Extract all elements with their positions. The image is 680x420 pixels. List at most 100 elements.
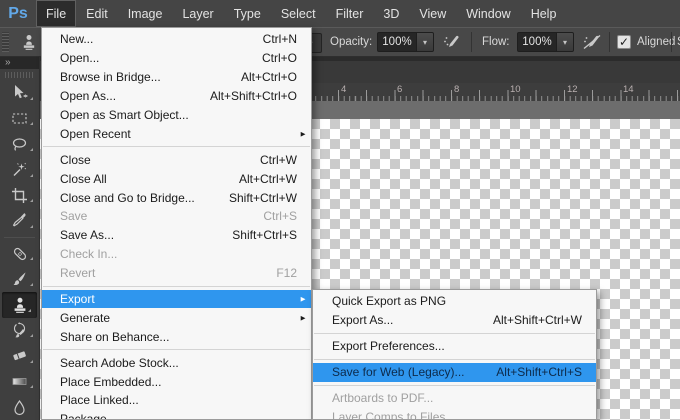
magic-wand-tool[interactable] [0,157,39,183]
eraser-tool[interactable] [0,343,39,369]
subtool-indicator [30,174,33,177]
menu-item-place-embedded[interactable]: Place Embedded... [42,372,311,391]
move-tool[interactable] [0,80,39,106]
menu-item-generate[interactable]: Generate ► [42,308,311,327]
menu-item-close-and-go-to-bridge[interactable]: Close and Go to Bridge...Shift+Ctrl+W [42,188,311,207]
menu-item-export-preferences[interactable]: Export Preferences... [313,337,596,356]
submenu-arrow-icon: ► [299,295,307,304]
options-separator [671,32,672,52]
menubar: Ps File Edit Image Layer Type Select Fil… [0,0,680,27]
options-separator [609,32,610,52]
flow-label: Flow: [482,28,509,56]
menu-item-layer-comps-to-files-clipped: Layer Comps to Files... [313,407,596,420]
flow-dropdown-button[interactable]: ▾ [556,33,573,51]
subtool-indicator [28,309,31,312]
rectangular-marquee-tool[interactable] [0,106,39,132]
menu-item-save-as[interactable]: Save As...Shift+Ctrl+S [42,226,311,245]
options-bar-grip[interactable] [2,32,9,52]
subtool-indicator [30,148,33,151]
submenu-arrow-icon: ► [299,129,307,138]
ruler-number: 4 [341,84,346,95]
menubar-item-filter[interactable]: Filter [326,0,374,27]
ruler-number: 12 [567,84,578,95]
clone-stamp-tool[interactable] [2,292,37,318]
ruler-number: 8 [454,84,459,95]
collapse-panel-icon[interactable]: » [0,57,39,69]
subtool-indicator [30,257,33,260]
menubar-item-file[interactable]: File [36,0,76,27]
photoshop-window: Ps File Edit Image Layer Type Select Fil… [0,0,680,420]
menu-item-open[interactable]: Open...Ctrl+O [42,49,311,68]
options-separator [471,32,472,52]
menu-item-browse-in-bridge[interactable]: Browse in Bridge...Alt+Ctrl+O [42,68,311,87]
menubar-item-view[interactable]: View [409,0,456,27]
menu-item-save-for-web-legacy[interactable]: Save for Web (Legacy)...Alt+Shift+Ctrl+S [313,363,596,382]
opacity-dropdown[interactable]: 100% ▾ [377,32,434,52]
opacity-label: Opacity: [330,28,372,56]
menubar-item-3d[interactable]: 3D [373,0,409,27]
history-brush-tool[interactable] [0,318,39,344]
crop-tool[interactable] [0,183,39,209]
subtool-indicator [30,122,33,125]
flow-value[interactable]: 100% [518,33,556,51]
menubar-item-image[interactable]: Image [118,0,173,27]
ruler-number: 6 [397,84,402,95]
menu-item-artboards-to-pdf: Artboards to PDF... [313,389,596,408]
menu-item-package-clipped[interactable]: Package... [42,410,311,420]
menubar-item-edit[interactable]: Edit [76,0,118,27]
submenu-arrow-icon: ► [299,313,307,322]
menubar-item-type[interactable]: Type [224,0,271,27]
flow-dropdown[interactable]: 100% ▾ [517,32,574,52]
subtool-indicator [30,225,33,228]
blur-tool[interactable] [0,394,39,420]
menubar-item-window[interactable]: Window [456,0,520,27]
brush-tool[interactable] [0,266,39,292]
tool-preset-clone-stamp-icon[interactable] [20,28,38,56]
opacity-dropdown-button[interactable]: ▾ [416,33,433,51]
menu-separator [314,333,595,334]
menu-item-revert: RevertF12 [42,264,311,283]
aligned-checkbox[interactable]: ✓ [617,35,631,49]
menu-item-quick-export-as-png[interactable]: Quick Export as PNG [313,292,596,311]
ruler-number: 10 [510,84,521,95]
gradient-tool[interactable] [0,369,39,395]
menu-separator [43,286,310,287]
airbrush-opacity-pressure-icon[interactable] [441,28,463,56]
export-submenu: Quick Export as PNG Export As...Alt+Shif… [312,289,597,420]
menu-separator [314,359,595,360]
menu-item-open-as-smart-object[interactable]: Open as Smart Object... [42,106,311,125]
check-icon: ✓ [619,35,629,49]
menu-item-check-in: Check In... [42,245,311,264]
menu-item-export-as[interactable]: Export As...Alt+Shift+Ctrl+W [313,311,596,330]
menu-item-export[interactable]: Export ► [42,290,311,309]
subtool-indicator [30,283,33,286]
subtool-indicator [30,97,33,100]
file-menu-dropdown: New...Ctrl+N Open...Ctrl+O Browse in Bri… [41,27,312,420]
menu-separator [314,385,595,386]
menu-item-open-as[interactable]: Open As...Alt+Shift+Ctrl+O [42,87,311,106]
menu-item-new[interactable]: New...Ctrl+N [42,30,311,49]
menu-item-search-adobe-stock[interactable]: Search Adobe Stock... [42,353,311,372]
tools-panel: » [0,57,40,420]
menubar-item-layer[interactable]: Layer [172,0,223,27]
menu-item-close-all[interactable]: Close AllAlt+Ctrl+W [42,169,311,188]
chevron-down-icon: ▾ [563,38,567,47]
menu-item-save: SaveCtrl+S [42,207,311,226]
menubar-item-select[interactable]: Select [271,0,326,27]
airbrush-icon[interactable] [580,28,604,56]
menubar-item-help[interactable]: Help [521,0,567,27]
spot-healing-brush-tool[interactable] [0,241,39,267]
ruler-number: 14 [623,84,634,95]
menu-item-open-recent[interactable]: Open Recent ► [42,124,311,143]
subtool-indicator [30,334,33,337]
menu-item-close[interactable]: CloseCtrl+W [42,150,311,169]
panel-grip[interactable] [5,72,34,78]
lasso-tool[interactable] [0,131,39,157]
toolbar-separator [4,237,35,238]
eyedropper-tool[interactable] [0,208,39,234]
menu-item-place-linked[interactable]: Place Linked... [42,391,311,410]
menu-separator [43,349,310,350]
opacity-value[interactable]: 100% [378,33,416,51]
subtool-indicator [30,385,33,388]
menu-item-share-on-behance[interactable]: Share on Behance... [42,327,311,346]
